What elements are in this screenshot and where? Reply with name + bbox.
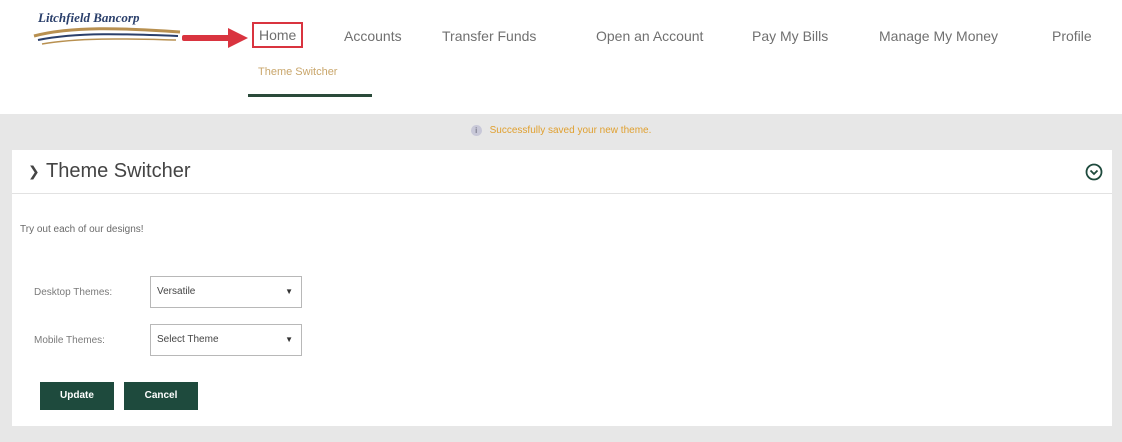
panel-header[interactable]: ❯ Theme Switcher: [12, 150, 1112, 194]
mobile-themes-value: Select Theme: [157, 334, 219, 345]
dropdown-caret-icon: ▼: [285, 287, 293, 296]
nav-pay-bills[interactable]: Pay My Bills: [752, 26, 828, 46]
cancel-button[interactable]: Cancel: [124, 382, 198, 410]
intro-text: Try out each of our designs!: [20, 224, 144, 235]
dropdown-caret-icon: ▼: [285, 335, 293, 344]
nav-manage-money[interactable]: Manage My Money: [879, 26, 998, 46]
nav-profile[interactable]: Profile: [1052, 26, 1092, 46]
desktop-themes-value: Versatile: [157, 286, 196, 297]
desktop-themes-label: Desktop Themes:: [34, 287, 113, 298]
panel-title: Theme Switcher: [46, 160, 191, 182]
site-header: Litchfield Bancorp Home Accounts Transfe…: [0, 0, 1122, 104]
bank-logo[interactable]: Litchfield Bancorp: [32, 6, 182, 46]
subnav-theme-switcher[interactable]: Theme Switcher: [248, 66, 372, 98]
chevron-down-icon[interactable]: ❯: [28, 163, 40, 180]
mobile-themes-label: Mobile Themes:: [34, 335, 105, 346]
circle-chevron-down-icon[interactable]: [1085, 163, 1103, 181]
arrow-right-icon: [182, 28, 248, 48]
active-tab-indicator: [248, 94, 372, 97]
update-button[interactable]: Update: [40, 382, 114, 410]
subnav-label: Theme Switcher: [258, 66, 338, 78]
info-icon: i: [470, 124, 482, 136]
desktop-themes-select[interactable]: Versatile ▼: [150, 276, 302, 308]
nav-accounts[interactable]: Accounts: [344, 26, 402, 46]
nav-home[interactable]: Home: [252, 22, 304, 48]
success-notice: i Successfully saved your new theme.: [0, 120, 1122, 142]
theme-switcher-panel: ❯ Theme Switcher Try out each of our des…: [12, 150, 1112, 426]
logo-swoosh-icon: [33, 27, 181, 45]
mobile-themes-select[interactable]: Select Theme ▼: [150, 324, 302, 356]
nav-transfer-funds[interactable]: Transfer Funds: [442, 26, 536, 46]
notice-text: Successfully saved your new theme.: [489, 125, 652, 136]
nav-open-account[interactable]: Open an Account: [596, 26, 703, 46]
